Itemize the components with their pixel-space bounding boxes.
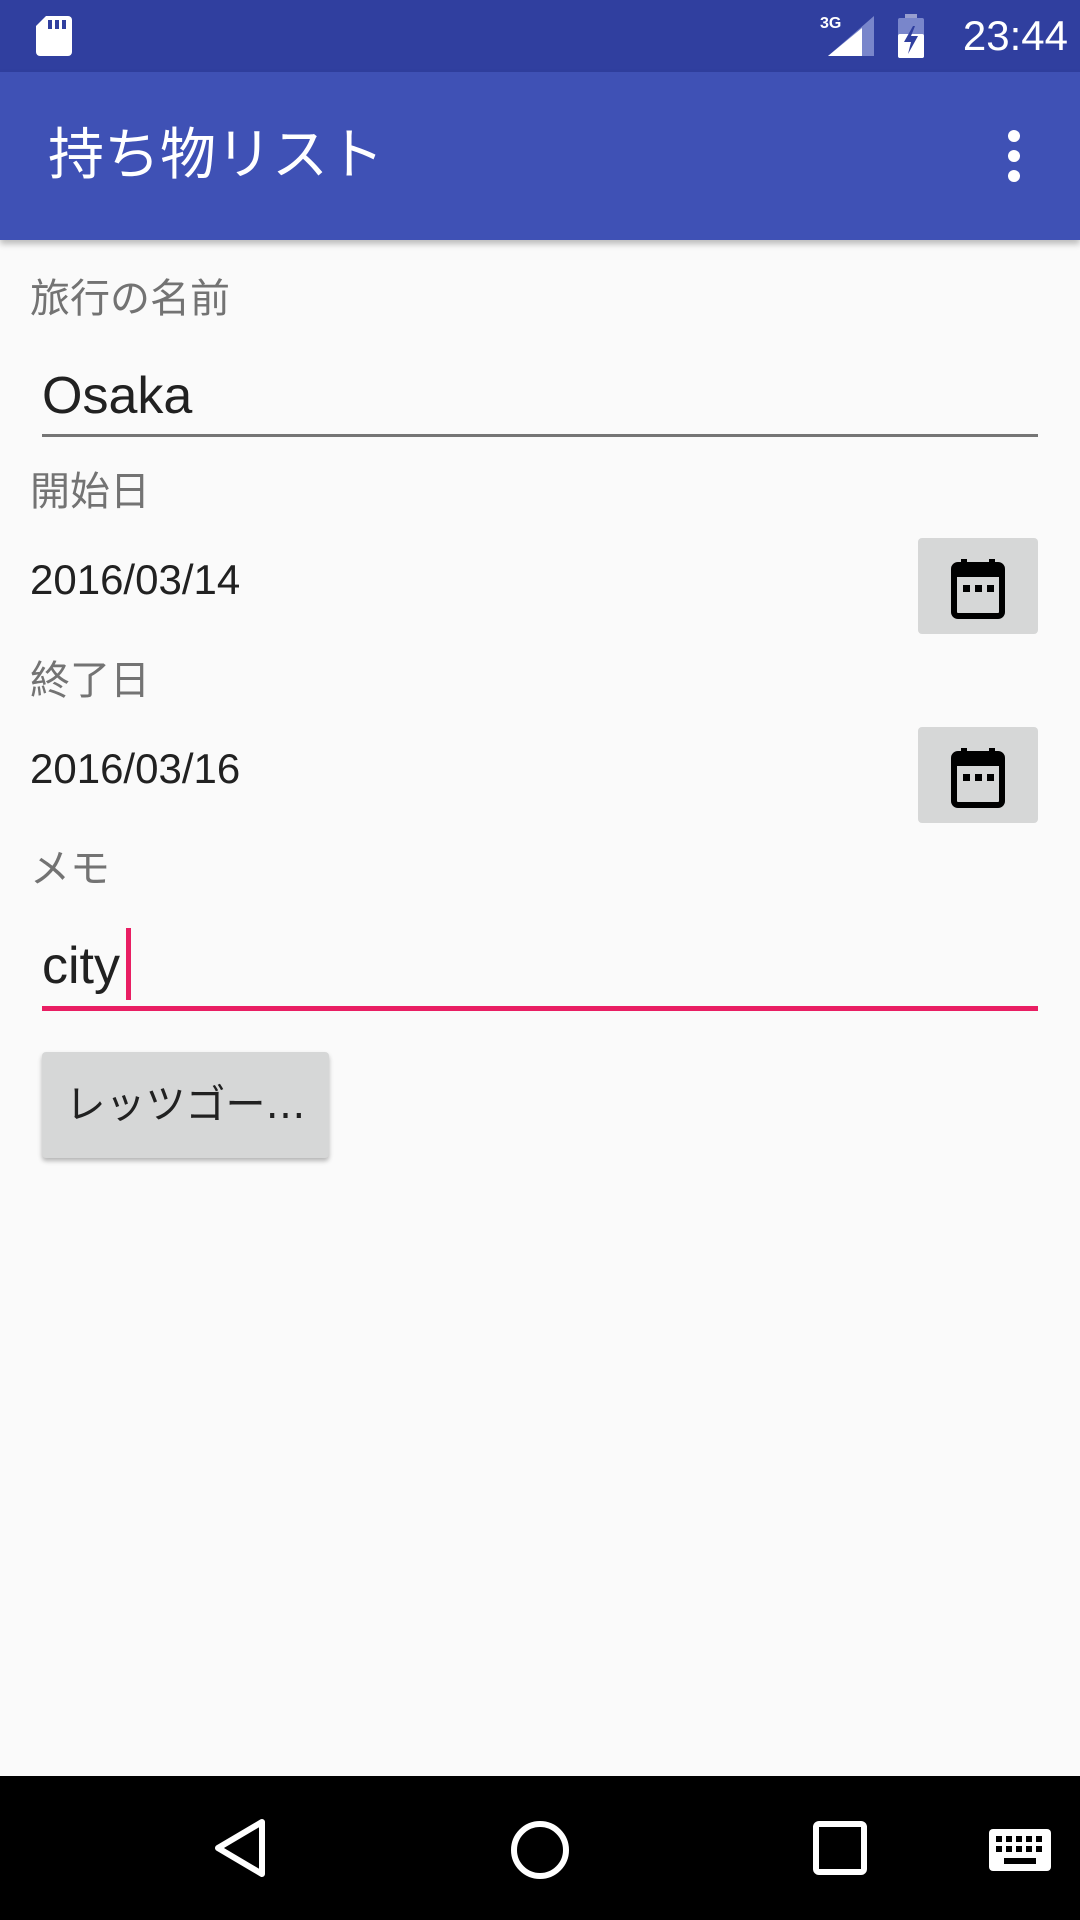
calendar-icon <box>951 559 1005 619</box>
screen: 3G 23:44 持ち物リスト 旅行の名前 開始日 2016/03/14 <box>0 0 1080 1920</box>
start-date-picker-button[interactable] <box>918 538 1038 634</box>
calendar-icon <box>951 748 1005 808</box>
keyboard-icon[interactable] <box>988 1828 1052 1872</box>
svg-text:3G: 3G <box>820 15 841 32</box>
trip-name-field[interactable] <box>42 356 1038 436</box>
memo-underline <box>42 1006 1038 1011</box>
status-bar: 3G 23:44 <box>0 0 1080 72</box>
battery-charging-icon <box>898 14 924 58</box>
end-date-picker-button[interactable] <box>918 727 1038 823</box>
sd-card-icon <box>36 16 72 56</box>
trip-name-label: 旅行の名前 <box>30 276 230 322</box>
memo-field[interactable] <box>42 926 1038 1006</box>
back-icon[interactable] <box>210 1816 270 1880</box>
lets-go-button[interactable]: レッツゴー… <box>42 1052 329 1158</box>
more-vert-icon[interactable] <box>984 124 1044 188</box>
app-bar: 持ち物リスト <box>0 72 1080 240</box>
text-cursor <box>126 928 131 1000</box>
end-date-value: 2016/03/16 <box>30 745 241 792</box>
start-date-label: 開始日 <box>30 469 150 515</box>
memo-label: メモ <box>30 846 110 892</box>
home-icon[interactable] <box>508 1818 572 1882</box>
app-title: 持ち物リスト <box>48 123 384 188</box>
start-date-value: 2016/03/14 <box>30 556 241 603</box>
signal-3g-icon: 3G <box>820 15 874 56</box>
trip-name-underline <box>42 434 1038 437</box>
recents-icon[interactable] <box>812 1820 868 1876</box>
navigation-bar <box>0 1776 1080 1920</box>
end-date-label: 終了日 <box>30 658 150 704</box>
status-clock: 23:44 <box>962 12 1068 59</box>
